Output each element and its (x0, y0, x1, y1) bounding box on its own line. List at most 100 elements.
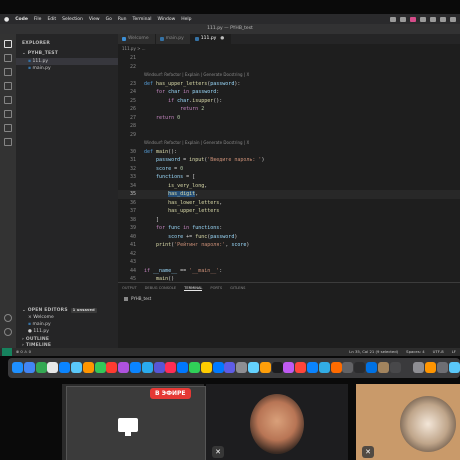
code-line[interactable]: 37 has_upper_letters (118, 207, 460, 216)
code-line[interactable]: 24 for char in password: (118, 88, 460, 97)
dock-app-icon[interactable] (389, 362, 401, 373)
breadcrumb[interactable]: 111.py > ... (122, 45, 146, 52)
code-line[interactable]: 29 (118, 131, 460, 140)
dock-app-icon[interactable] (366, 362, 377, 373)
docker-icon[interactable] (4, 138, 12, 146)
remote-indicator[interactable] (2, 348, 12, 356)
tab-111py[interactable]: 111.py ● (190, 34, 232, 44)
dock-app-icon[interactable] (377, 362, 389, 373)
apple-icon[interactable]: ● (4, 16, 9, 23)
dock-app-icon[interactable] (165, 362, 177, 373)
code-line[interactable]: 34 is_very_long, (118, 182, 460, 191)
dock-app-icon[interactable] (295, 362, 307, 373)
remote-icon[interactable] (4, 110, 12, 118)
wifi-icon[interactable] (440, 16, 446, 22)
tab-gitlens[interactable]: GITLENS (230, 286, 245, 291)
code-line[interactable]: Windsurf: Refactor | Explain | Generate … (118, 71, 460, 80)
dock-app-icon[interactable] (342, 362, 354, 373)
menu-run[interactable]: Run (118, 17, 127, 22)
dock-app-icon[interactable] (71, 362, 82, 373)
dock-app-icon[interactable] (236, 362, 248, 373)
end-of-line[interactable]: LF (452, 348, 456, 356)
open-editor-111py[interactable]: ● 111.py (16, 328, 118, 335)
folder-pyhb-test[interactable]: ⌄ PYHB_TEST (16, 50, 118, 57)
tray-icon[interactable] (400, 16, 406, 22)
terminal-instance[interactable]: PYHB_test (124, 296, 151, 301)
code-line[interactable]: 27 return 0 (118, 114, 460, 123)
menu-go[interactable]: Go (106, 17, 112, 22)
dock-app-icon[interactable] (224, 362, 236, 373)
code-line[interactable]: 33 functions = [ (118, 173, 460, 182)
call-tile-participant-1[interactable]: ✕ (206, 384, 348, 460)
code-line[interactable]: 25 if char.isupper(): (118, 97, 460, 106)
testing-icon[interactable] (4, 124, 12, 132)
open-editor-welcome[interactable]: × Welcome (16, 314, 118, 321)
menu-help[interactable]: Help (181, 17, 191, 22)
code-line[interactable]: 40 score += func(password) (118, 233, 460, 242)
dock-app-icon[interactable] (401, 362, 413, 373)
codelens-hint[interactable]: Windsurf: Refactor | Explain | Generate … (144, 140, 249, 145)
codelens-hint[interactable]: Windsurf: Refactor | Explain | Generate … (144, 72, 249, 77)
menu-file[interactable]: File (34, 17, 42, 22)
source-control-icon[interactable] (4, 68, 12, 76)
tray-icon[interactable] (430, 16, 436, 22)
dock-app-icon[interactable] (413, 362, 425, 373)
dock-app-icon[interactable] (212, 362, 224, 373)
code-line[interactable]: 35 has_digit, (118, 190, 460, 199)
tab-welcome[interactable]: Welcome (118, 34, 156, 44)
control-center-icon[interactable] (450, 16, 456, 22)
code-line[interactable]: 26 return 2 (118, 105, 460, 114)
dock-app-icon[interactable] (82, 362, 94, 373)
file-item-mainpy[interactable]: ▪ main.py (16, 65, 118, 72)
code-line[interactable]: 23 def has_upper_letters(password): (118, 80, 460, 89)
code-line[interactable]: 44 if __name__ == '__main__': (118, 267, 460, 276)
dock-app-icon[interactable] (59, 362, 71, 373)
dock-app-icon[interactable] (47, 362, 59, 373)
tray-icon[interactable] (410, 16, 416, 22)
code-line[interactable]: 42 (118, 250, 460, 259)
dock-app-icon[interactable] (259, 362, 271, 373)
code-line[interactable]: 32 score = 0 (118, 165, 460, 174)
file-item-111py[interactable]: ▪ 111.py (16, 58, 118, 65)
call-tile-participant-2[interactable]: ✕ (356, 384, 460, 460)
dock-app-icon[interactable] (35, 362, 47, 373)
dock-app-icon[interactable] (118, 362, 130, 373)
code-line[interactable]: Windsurf: Refactor | Explain | Generate … (118, 139, 460, 148)
menu-terminal[interactable]: Terminal (133, 17, 152, 22)
tab-output[interactable]: OUTPUT (122, 286, 137, 291)
tray-icon[interactable] (420, 16, 426, 22)
dock-app-icon[interactable] (23, 362, 35, 373)
manage-gear-icon[interactable] (4, 328, 12, 336)
menu-selection[interactable]: Selection (62, 17, 83, 22)
tray-icon[interactable] (390, 16, 396, 22)
menu-edit[interactable]: Edit (47, 17, 56, 22)
dock-app-icon[interactable] (130, 362, 141, 373)
tab-terminal[interactable]: TERMINAL (184, 286, 203, 291)
indentation[interactable]: Spaces: 4 (406, 348, 424, 356)
dock-app-icon[interactable] (271, 362, 283, 373)
accounts-icon[interactable] (4, 314, 12, 322)
tab-mainpy[interactable]: main.py (155, 34, 191, 44)
dock-app-icon[interactable] (177, 362, 189, 373)
menu-window[interactable]: Window (158, 17, 176, 22)
run-debug-icon[interactable] (4, 82, 12, 90)
code-line[interactable]: 36 has_lower_letters, (118, 199, 460, 208)
dock-app-icon[interactable] (448, 362, 460, 373)
dock-app-icon[interactable] (330, 362, 342, 373)
code-line[interactable]: 31 password = input('Введите пароль: ') (118, 156, 460, 165)
menu-code[interactable]: Code (15, 17, 28, 22)
tab-debug-console[interactable]: DEBUG CONSOLE (145, 286, 176, 291)
explorer-icon[interactable] (4, 40, 12, 48)
code-line[interactable]: 39 for func in functions: (118, 224, 460, 233)
dock-app-icon[interactable] (189, 362, 200, 373)
dock-app-icon[interactable] (106, 362, 118, 373)
code-line[interactable]: 30 def main(): (118, 148, 460, 157)
dock-app-icon[interactable] (12, 362, 23, 373)
dock-app-icon[interactable] (425, 362, 436, 373)
dock-app-icon[interactable] (307, 362, 318, 373)
call-tile-screenshare[interactable]: В ЭФИРЕ (62, 384, 206, 460)
code-line[interactable]: 41 print('Рейтинг пароля:', score) (118, 241, 460, 250)
close-icon[interactable]: ● (220, 36, 224, 41)
encoding[interactable]: UTF-8 (433, 348, 444, 356)
dock-app-icon[interactable] (153, 362, 165, 373)
